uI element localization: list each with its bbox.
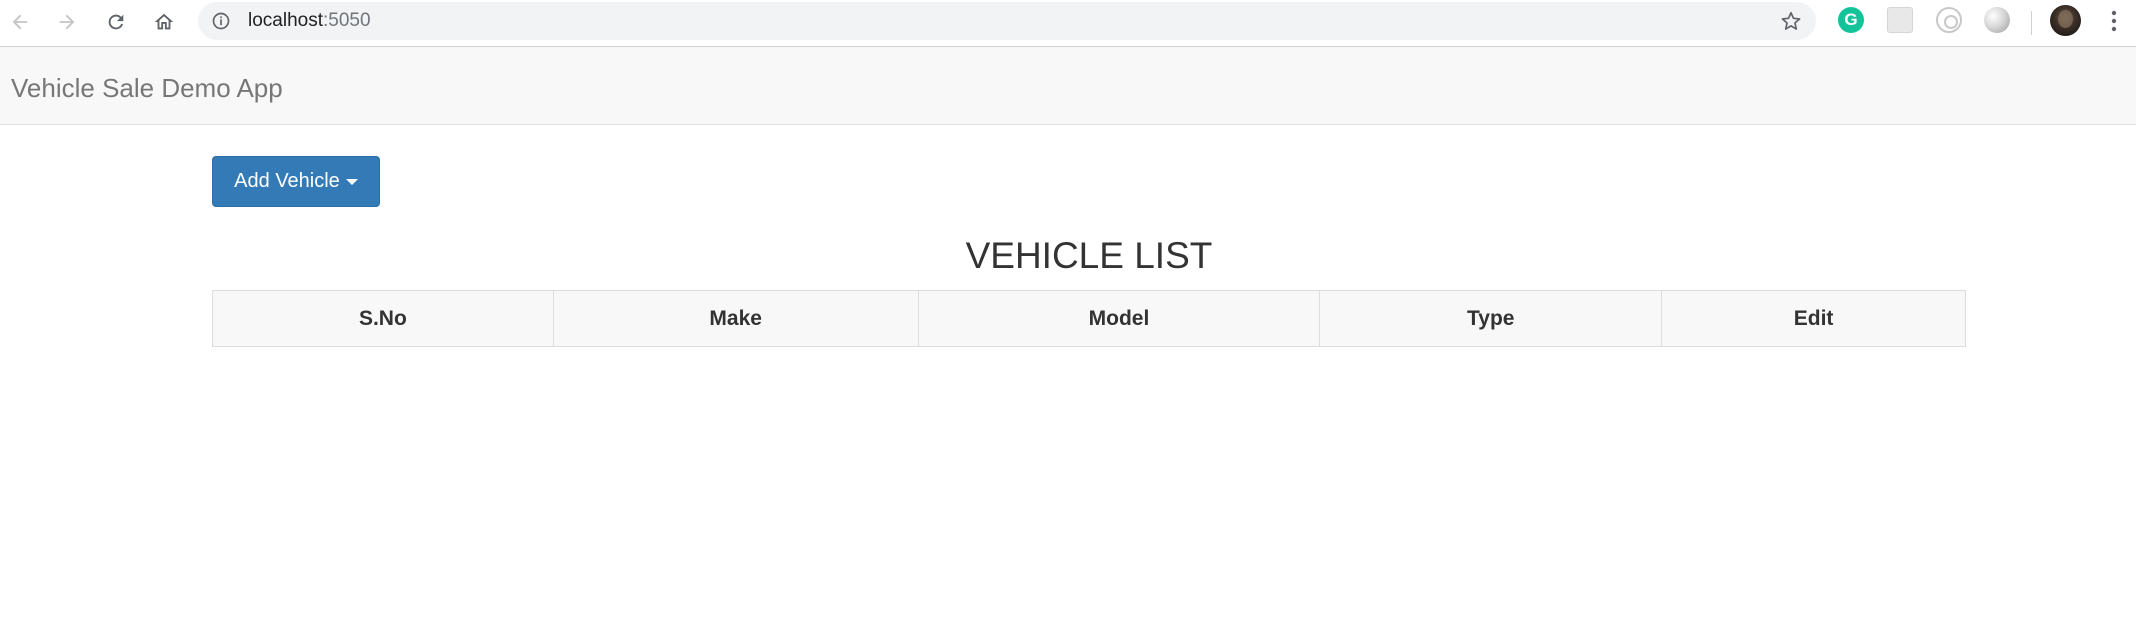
reload-icon xyxy=(108,14,124,30)
kebab-menu-icon[interactable] xyxy=(2104,8,2124,34)
grid-extension-icon[interactable] xyxy=(1887,7,1913,33)
profile-avatar[interactable] xyxy=(2050,5,2081,36)
address-bar[interactable]: localhost:5050 xyxy=(198,2,1816,40)
url-port: :5050 xyxy=(323,10,371,31)
home-button[interactable] xyxy=(148,6,180,38)
app-navbar: Vehicle Sale Demo App xyxy=(0,47,2136,125)
reload-button[interactable] xyxy=(100,6,132,38)
add-vehicle-label: Add Vehicle xyxy=(234,170,340,192)
page-title: VEHICLE LIST xyxy=(965,235,1213,276)
column-header-make: Make xyxy=(552,290,919,347)
ball-extension-icon[interactable] xyxy=(1984,7,2010,33)
column-header-type: Type xyxy=(1319,290,1663,347)
grammarly-letter: G xyxy=(1844,10,1858,29)
column-header-edit: Edit xyxy=(1661,290,1966,347)
url-text: localhost:5050 xyxy=(248,10,371,32)
target-extension-icon[interactable] xyxy=(1936,7,1962,33)
table-header-row: S.No Make Model Type Edit xyxy=(212,290,1966,347)
back-button[interactable] xyxy=(4,6,36,38)
navbar-brand[interactable]: Vehicle Sale Demo App xyxy=(11,73,283,103)
arrow-right-icon xyxy=(59,14,75,30)
add-vehicle-dropdown-button[interactable]: Add Vehicle xyxy=(212,156,380,207)
caret-down-icon xyxy=(345,178,358,185)
column-header-sno: S.No xyxy=(212,290,554,347)
column-header-model: Model xyxy=(917,290,1321,347)
toolbar-divider xyxy=(2031,11,2032,35)
info-icon[interactable] xyxy=(211,11,231,31)
vehicle-table: S.No Make Model Type Edit xyxy=(212,290,1966,347)
url-host: localhost xyxy=(248,10,323,31)
forward-button[interactable] xyxy=(51,6,83,38)
arrow-left-icon xyxy=(12,14,28,30)
home-icon xyxy=(154,13,174,30)
star-icon[interactable] xyxy=(1780,10,1802,32)
browser-toolbar: localhost:5050 G xyxy=(0,0,2136,47)
grammarly-extension-icon[interactable]: G xyxy=(1838,7,1864,33)
